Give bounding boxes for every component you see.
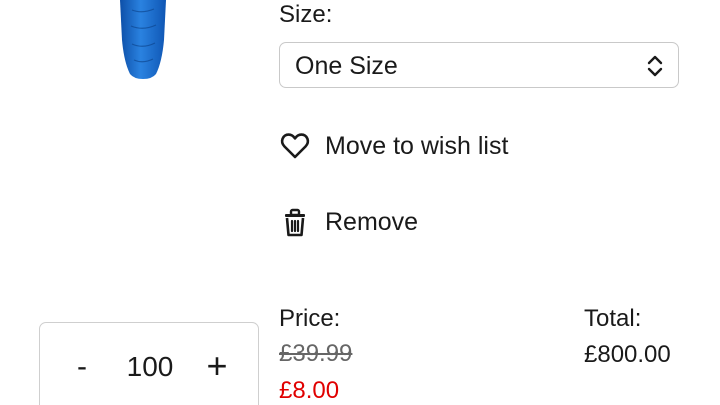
cart-item: Size: One Size Move to wish list Remove … (0, 0, 720, 405)
quantity-increase-button[interactable]: + (200, 345, 234, 387)
quantity-input[interactable]: 100 (112, 351, 188, 383)
chevron-up-down-icon (646, 54, 664, 78)
size-label: Size: (279, 1, 333, 28)
heart-icon (279, 130, 311, 162)
sleeping-bag-image (120, 0, 166, 79)
price-label: Price: (279, 305, 341, 332)
remove-label: Remove (325, 207, 419, 236)
quantity-stepper: - 100 + (39, 322, 259, 405)
size-select[interactable]: One Size (279, 42, 679, 88)
trash-icon (279, 206, 311, 238)
original-price: £39.99 (279, 340, 353, 367)
product-image[interactable] (112, 0, 174, 80)
size-select-value: One Size (295, 52, 398, 80)
total-value: £800.00 (584, 341, 671, 368)
move-to-wishlist-button[interactable]: Move to wish list (279, 130, 508, 162)
sale-price: £8.00 (279, 377, 340, 404)
quantity-decrease-button[interactable]: - (70, 350, 94, 384)
wishlist-label: Move to wish list (325, 131, 509, 160)
remove-button[interactable]: Remove (279, 206, 418, 238)
total-label: Total: (584, 305, 642, 332)
